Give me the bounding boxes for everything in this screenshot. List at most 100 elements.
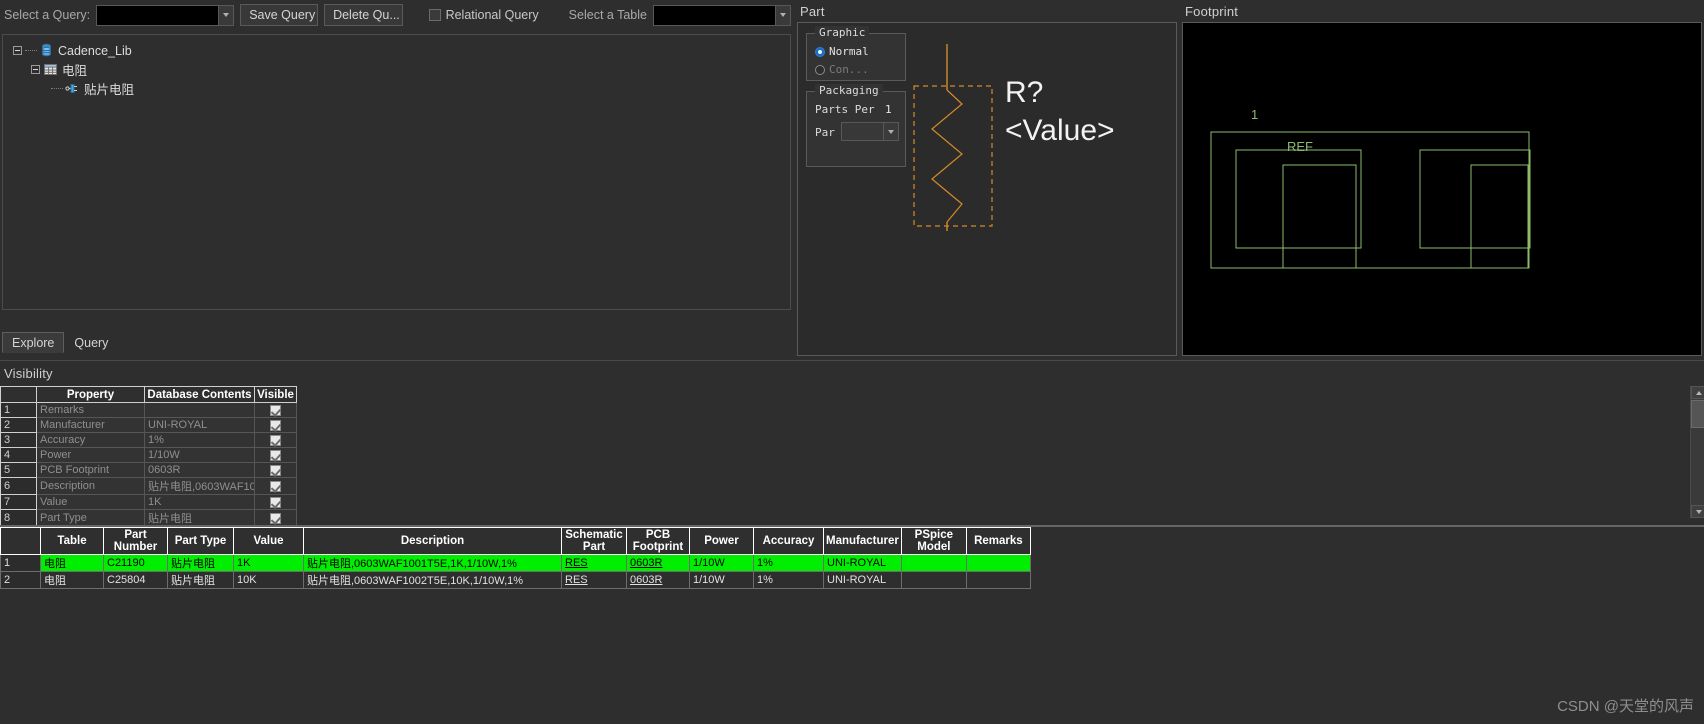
checkbox-checked-icon[interactable] [270, 435, 281, 446]
table-row[interactable]: 2 Manufacturer UNI-ROYAL [1, 418, 297, 433]
footprint-panel[interactable]: 1 REF [1182, 22, 1702, 356]
table-row[interactable]: 4 Power 1/10W [1, 448, 297, 463]
visibility-col-property[interactable]: Property [37, 387, 145, 403]
visibility-col-visible[interactable]: Visible [255, 387, 297, 403]
save-query-button[interactable]: Save Query [240, 4, 318, 26]
results-col-description[interactable]: Description [304, 528, 562, 555]
contents-cell: 0603R [145, 463, 255, 478]
results-col-rownum[interactable] [1, 528, 41, 555]
table-row[interactable]: 1 电阻 C21190 贴片电阻 1K 贴片电阻,0603WAF1001T5E,… [1, 555, 1031, 572]
resistor-symbol [910, 24, 1176, 354]
tree-node-part[interactable]: 贴片电阻 [9, 79, 790, 98]
results-table[interactable]: Table Part Number Part Type Value Descri… [0, 527, 1031, 589]
packaging-groupbox: Packaging Parts Per 1 Par [806, 91, 906, 167]
checkbox-checked-icon[interactable] [270, 420, 281, 431]
chevron-down-icon[interactable] [218, 6, 233, 25]
visible-cell[interactable] [255, 510, 297, 527]
scroll-down-icon[interactable] [1691, 505, 1704, 518]
table-row[interactable]: 7 Value 1K [1, 495, 297, 510]
query-toolbar: Select a Query: Save Query Delete Qu... … [0, 0, 791, 30]
property-cell: Value [37, 495, 145, 510]
chevron-down-icon[interactable] [775, 6, 790, 25]
query-select-combobox[interactable] [96, 5, 234, 26]
checkbox-icon[interactable] [429, 9, 441, 21]
results-col-accuracy[interactable]: Accuracy [754, 528, 824, 555]
results-col-remarks[interactable]: Remarks [966, 528, 1030, 555]
visible-cell[interactable] [255, 448, 297, 463]
radio-selected-icon[interactable] [815, 47, 825, 57]
results-col-value[interactable]: Value [234, 528, 304, 555]
chevron-down-icon[interactable] [883, 123, 898, 140]
tree-node-table[interactable]: 电阻 [9, 60, 790, 79]
cell-pcb-footprint[interactable]: 0603R [627, 572, 690, 589]
cell-pcb-footprint[interactable]: 0603R [627, 555, 690, 572]
visibility-scrollbar[interactable] [1690, 386, 1704, 518]
part-combobox[interactable] [841, 122, 899, 141]
scrollbar-thumb[interactable] [1691, 400, 1704, 428]
visible-cell[interactable] [255, 478, 297, 495]
checkbox-checked-icon[interactable] [270, 513, 281, 524]
cell-schematic-part[interactable]: RES [562, 572, 627, 589]
contents-cell: 1K [145, 495, 255, 510]
checkbox-checked-icon[interactable] [270, 450, 281, 461]
library-tree[interactable]: Cadence_Lib 电阻 [2, 34, 791, 310]
footprint-panel-title: Footprint [1185, 4, 1238, 19]
cell-manufacturer: UNI-ROYAL [824, 555, 902, 572]
table-row[interactable]: 3 Accuracy 1% [1, 433, 297, 448]
footprint-ref-label: REF [1287, 139, 1313, 154]
visibility-table[interactable]: Property Database Contents Visible 1 Rem… [0, 386, 297, 527]
checkbox-checked-icon[interactable] [270, 405, 281, 416]
results-col-pcb-footprint[interactable]: PCB Footprint [627, 528, 690, 555]
cell-remarks [966, 572, 1030, 589]
radio-normal[interactable]: Normal [815, 45, 869, 58]
table-select-combobox[interactable] [653, 5, 791, 26]
results-col-table[interactable]: Table [41, 528, 104, 555]
results-col-schematic-part[interactable]: Schematic Part [562, 528, 627, 555]
schematic-symbol-canvas[interactable]: R? <Value> [910, 24, 1176, 354]
results-col-manufacturer[interactable]: Manufacturer [824, 528, 902, 555]
visibility-col-rownum[interactable] [1, 387, 37, 403]
footprint-pad-number: 1 [1251, 107, 1258, 122]
checkbox-checked-icon[interactable] [270, 465, 281, 476]
cell-part-type: 贴片电阻 [168, 555, 234, 572]
relational-query-label: Relational Query [446, 8, 539, 22]
scroll-up-icon[interactable] [1691, 386, 1704, 399]
results-col-part-number[interactable]: Part Number [104, 528, 168, 555]
visible-cell[interactable] [255, 418, 297, 433]
cell-pspice-model [901, 555, 966, 572]
checkbox-checked-icon[interactable] [270, 481, 281, 492]
table-row[interactable]: 5 PCB Footprint 0603R [1, 463, 297, 478]
part-combobox-value [842, 123, 883, 140]
table-row[interactable]: 2 电阻 C25804 贴片电阻 10K 贴片电阻,0603WAF1002T5E… [1, 572, 1031, 589]
results-col-pspice-model[interactable]: PSpice Model [901, 528, 966, 555]
visible-cell[interactable] [255, 433, 297, 448]
collapse-icon[interactable] [13, 46, 22, 55]
visible-cell[interactable] [255, 495, 297, 510]
row-number: 4 [1, 448, 37, 463]
contents-cell [145, 403, 255, 418]
visibility-col-contents[interactable]: Database Contents [145, 387, 255, 403]
delete-query-button[interactable]: Delete Qu... [324, 4, 403, 26]
cell-part-type: 贴片电阻 [168, 572, 234, 589]
symbol-reference-label: R? [1005, 76, 1043, 110]
relational-query-checkbox[interactable]: Relational Query [429, 8, 539, 22]
collapse-icon[interactable] [31, 65, 40, 74]
tab-query[interactable]: Query [64, 332, 118, 353]
visible-cell[interactable] [255, 403, 297, 418]
cell-description: 贴片电阻,0603WAF1001T5E,1K,1/10W,1% [304, 555, 562, 572]
checkbox-checked-icon[interactable] [270, 497, 281, 508]
table-row[interactable]: 1 Remarks [1, 403, 297, 418]
cell-schematic-part[interactable]: RES [562, 555, 627, 572]
table-row[interactable]: 8 Part Type 贴片电阻 [1, 510, 297, 527]
parts-per-label: Parts Per [815, 103, 875, 116]
tree-node-cadence-lib[interactable]: Cadence_Lib [9, 41, 790, 60]
property-cell: PCB Footprint [37, 463, 145, 478]
database-icon [39, 43, 54, 58]
tab-explore[interactable]: Explore [2, 332, 64, 353]
visible-cell[interactable] [255, 463, 297, 478]
cell-accuracy: 1% [754, 572, 824, 589]
results-col-part-type[interactable]: Part Type [168, 528, 234, 555]
table-row[interactable]: 6 Description 贴片电阻,0603WAF100 [1, 478, 297, 495]
results-col-power[interactable]: Power [690, 528, 754, 555]
cell-value: 10K [234, 572, 304, 589]
